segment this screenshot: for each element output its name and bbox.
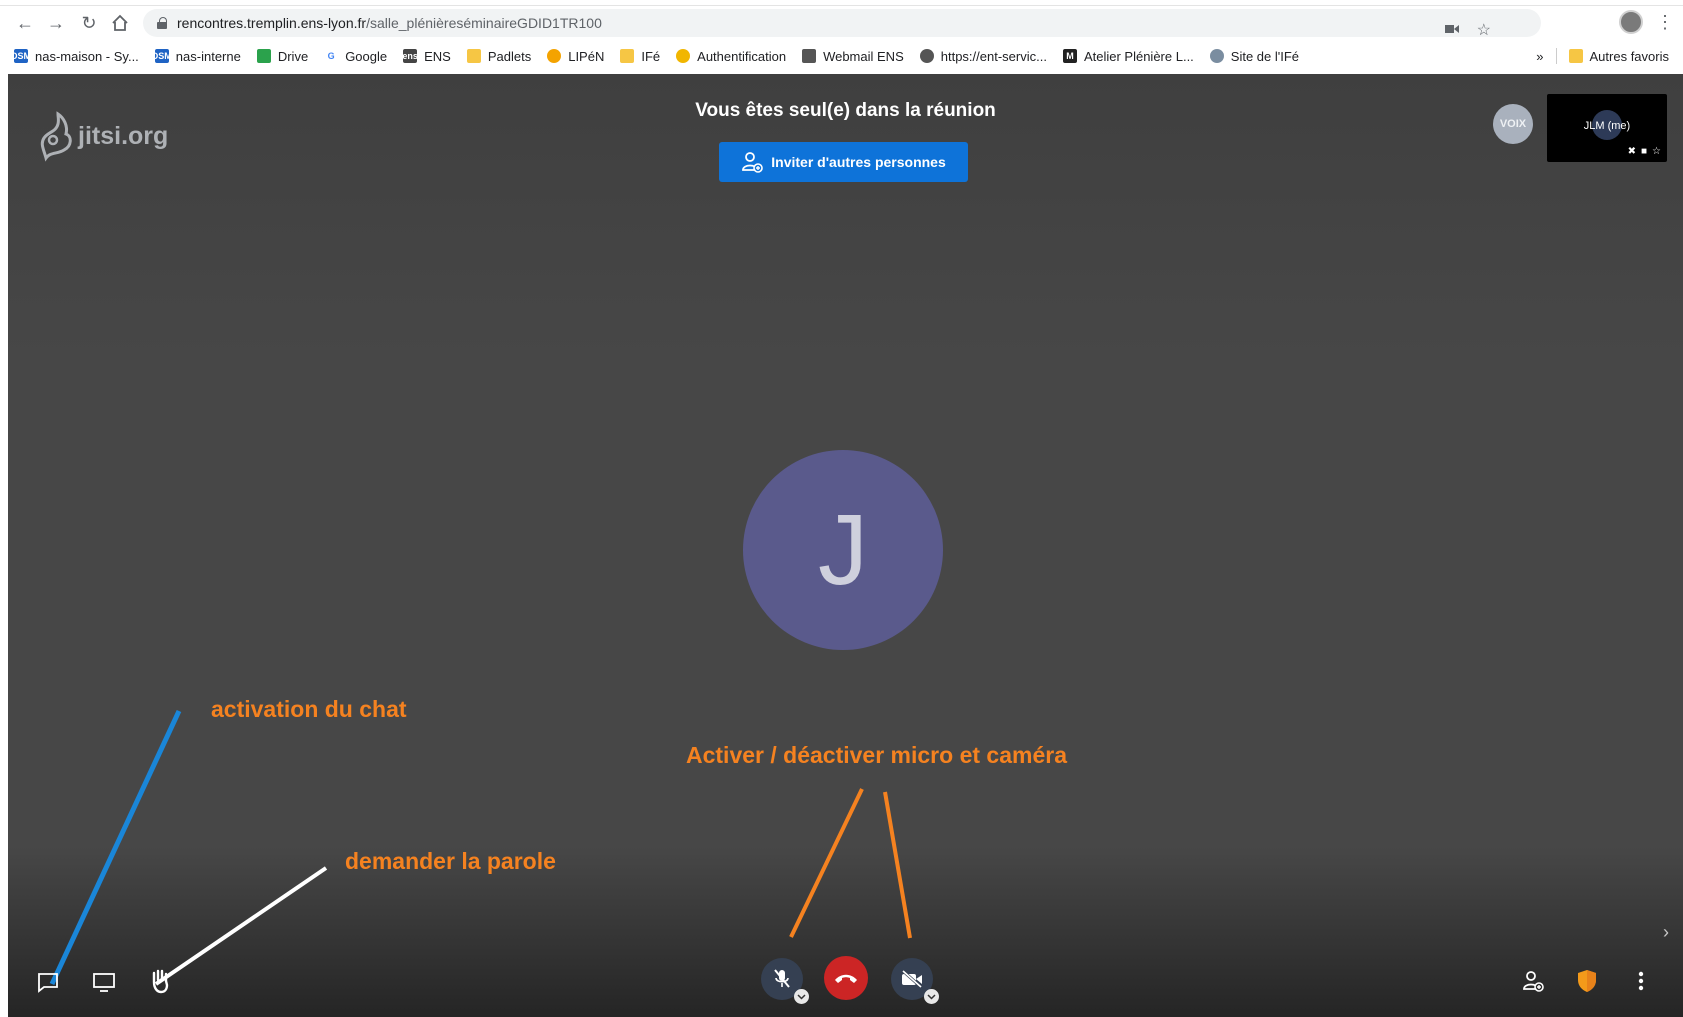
filmstrip-toggle-chevron-icon[interactable]: › [1663,922,1669,943]
bookmark-item[interactable]: G Google [324,49,387,64]
mic-toggle-button[interactable] [761,958,809,1004]
hand-annotation-line [154,866,328,986]
security-options-button[interactable] [1573,967,1601,995]
bookmark-label: Google [345,48,388,64]
invite-toolbar-button[interactable] [1519,967,1547,995]
bookmark-item[interactable]: Webmail ENS [802,49,904,64]
browser-menu-icon[interactable]: ⋮ [1656,12,1674,33]
tab-strip-divider [0,5,1683,6]
mic-muted-icon [774,969,790,988]
bookmark-label: Authentification [697,48,787,64]
annotation-lines [49,709,912,986]
other-bookmarks[interactable]: Autres favoris [1568,49,1669,64]
bookmark-label: Drive [277,48,309,64]
bookmark-label: LIPéN [568,48,605,64]
folder-icon [620,49,635,63]
profile-avatar[interactable] [1619,10,1643,34]
bookmark-label: Atelier Plénière L... [1083,48,1194,64]
google-icon: G [324,49,339,63]
chat-button[interactable] [34,968,62,996]
atelier-icon: M [1062,49,1077,63]
back-arrow-icon[interactable]: ← [12,10,38,36]
chat-icon [38,973,58,993]
raise-hand-annotation-label: demander la parole [345,848,556,874]
home-icon[interactable] [107,10,133,36]
camera-options-chevron-icon[interactable] [924,989,939,1004]
raise-hand-button[interactable] [145,966,175,996]
screen-share-icon [93,973,115,992]
bookmark-label: IFé [641,48,661,64]
bookmark-label: Padlets [487,48,532,64]
camera-muted-icon [902,969,922,989]
bookmarks-bar: DSM nas-maison - Sy... DSM nas-interne Drive… [11,44,1315,68]
bookmark-item[interactable]: https://ent-servic... [919,48,1047,64]
raise-hand-icon [152,969,169,994]
bookmark-item[interactable]: LIPéN [547,49,604,64]
mic-cam-annotation-label: Activer / déactiver micro et caméra [686,742,1067,768]
bookmark-item[interactable]: DSM nas-maison - Sy... [11,48,139,64]
bookmark-star-icon[interactable]: ☆ [1477,20,1491,40]
bookmark-item[interactable]: Padlets [466,48,532,64]
drive-icon [256,49,271,63]
bookmark-item[interactable]: Authentification [676,49,786,64]
shield-icon [1578,970,1596,992]
bookmark-label: https://ent-servic... [940,48,1047,64]
meeting-stage: jitsi.org Vous êtes seul(e) dans la réun… [8,74,1683,1017]
more-vertical-icon [1638,971,1644,991]
lock-icon [157,17,167,29]
bookmark-item[interactable]: Site de l'IFé [1209,48,1300,64]
camera-indicator-icon[interactable] [1444,21,1459,39]
webmail-icon [802,49,817,63]
bookmark-item[interactable]: Drive [256,48,309,64]
chat-annotation-label: activation du chat [211,696,407,722]
cam-annotation-line [883,791,912,939]
dsm-icon: DSM [11,49,31,63]
globe-icon [919,49,934,63]
bookmark-label: Site de l'IFé [1230,48,1300,64]
bookmark-label: Webmail ENS [823,48,904,64]
bookmark-label: nas-interne [175,48,241,64]
bookmarks-overflow-button[interactable]: » [1536,49,1543,64]
reload-icon[interactable]: ↻ [76,10,102,36]
lipen-icon [547,49,562,63]
bookmarks-bar-right: » Autres favoris [1536,44,1669,68]
bookmarks-divider [1555,48,1557,64]
hangup-button[interactable] [824,956,868,1000]
bookmark-item[interactable]: IFé [620,49,660,64]
browser-chrome: ← → ↻ rencontres.tremplin.ens-lyon.fr/sa… [0,0,1683,74]
dsm-icon: DSM [151,49,172,63]
folder-icon [466,49,481,63]
bookmark-label: nas-maison - Sy... [35,48,139,64]
folder-icon [1568,49,1583,63]
forward-arrow-icon[interactable]: → [43,10,69,36]
chat-annotation-line [49,709,182,986]
site-icon [1209,49,1224,63]
bookmark-item[interactable]: ens ENS [402,48,451,64]
add-person-icon [1523,971,1544,992]
auth-icon [676,49,691,63]
camera-toggle-button[interactable] [891,958,939,1004]
mic-annotation-line [789,788,864,938]
screen-share-button[interactable] [90,968,118,996]
mic-options-chevron-icon[interactable] [794,989,809,1004]
bookmark-item[interactable]: DSM nas-interne [151,48,241,64]
ens-icon: ens [402,49,418,63]
bookmark-item[interactable]: M Atelier Plénière L... [1062,48,1194,64]
bookmark-label: ENS [424,48,451,64]
url-text: rencontres.tremplin.ens-lyon.fr/salle_pl… [177,15,602,31]
address-bar[interactable]: rencontres.tremplin.ens-lyon.fr/salle_pl… [143,9,1541,40]
hangup-phone-icon [835,974,857,983]
more-options-button[interactable] [1629,967,1653,995]
